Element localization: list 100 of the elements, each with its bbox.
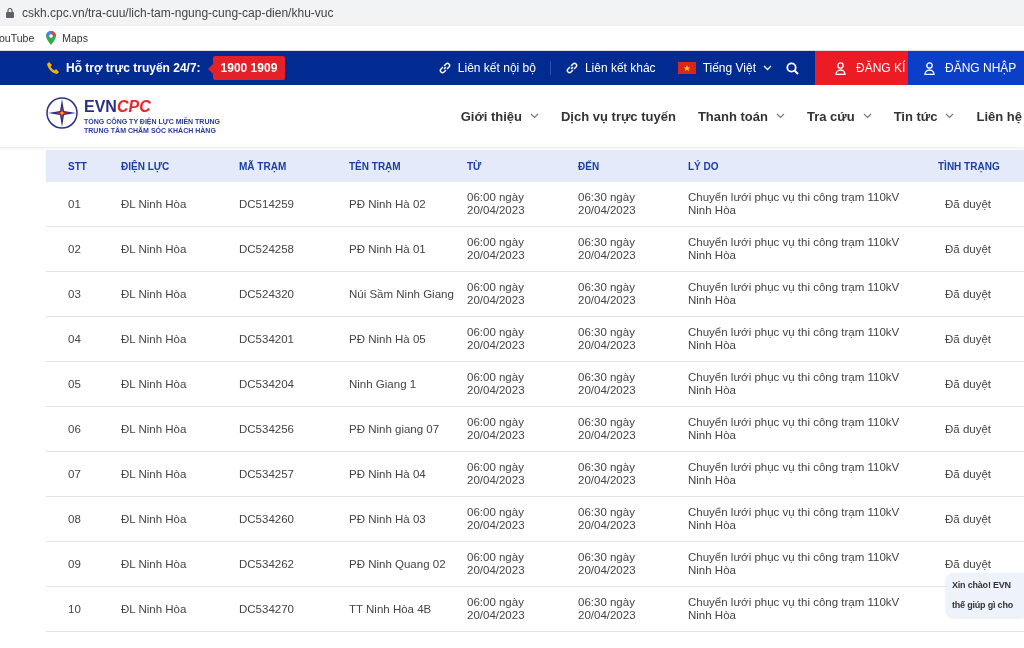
station-cell-text: PĐ Ninh Hà 01: [349, 242, 427, 256]
column-header: TỪ: [467, 160, 483, 172]
column-header: ĐIỆN LỰC: [121, 160, 171, 172]
unit-cell-text: ĐL Ninh Hòa: [121, 377, 188, 391]
status-cell-text: Đã duyệt: [945, 197, 993, 211]
reason-cell-text: Chuyển lưới phục vụ thi công trạm 110kV Ninh Hòa: [688, 281, 901, 307]
column-header: MÃ TRẠM: [239, 160, 288, 172]
row-number: 01: [68, 197, 82, 211]
unit-cell-text: ĐL Ninh Hòa: [121, 512, 188, 526]
start-time: 06:00 ngày 20/04/2023: [467, 461, 526, 487]
code-cell-text: DC534262: [239, 557, 295, 571]
logo-icon: [46, 97, 78, 129]
nav-item[interactable]: Giới thiệu: [460, 108, 539, 124]
end-time: 06:30 ngày 20/04/2023: [578, 371, 637, 397]
station-cell-text: Ninh Giang 1: [349, 377, 418, 391]
nav-item[interactable]: Tin tức: [893, 108, 955, 124]
row-number: 04: [68, 332, 82, 346]
start-time: 06:00 ngày 20/04/2023: [467, 281, 526, 307]
status-cell-text: Đã duyệt: [945, 512, 993, 526]
user-icon[interactable]: [835, 61, 846, 75]
reason-cell-text: Chuyển lưới phục vụ thi công trạm 110kV Ninh Hòa: [688, 461, 901, 487]
column-header: ĐẾN: [578, 160, 601, 172]
login-button[interactable]: ĐĂNG NHẬP: [908, 51, 1024, 85]
end-time: 06:30 ngày 20/04/2023: [578, 416, 637, 442]
status-cell-text: Đã duyệt: [945, 332, 993, 346]
flag-icon[interactable]: [677, 62, 696, 74]
station-cell-text: PĐ Ninh giang 07: [349, 422, 441, 436]
row-number: 08: [68, 512, 82, 526]
status-cell-text: Đã duyệt: [945, 287, 993, 301]
station-cell-text: Núi Sầm Ninh Giang: [349, 287, 455, 301]
row-number: 10: [68, 602, 82, 616]
code-cell-text: DC534257: [239, 467, 295, 481]
chat-bubble[interactable]: Xin chào! EVN thế giúp gì cho: [946, 573, 1024, 617]
unit-cell-text: ĐL Ninh Hòa: [121, 467, 188, 481]
code-cell-text: DC514259: [239, 197, 295, 211]
nav-item[interactable]: Dịch vụ trực tuyến: [561, 108, 676, 124]
unit-cell-text: ĐL Ninh Hòa: [121, 242, 188, 256]
column-header: STT: [67, 160, 88, 172]
end-time: 06:30 ngày 20/04/2023: [578, 461, 637, 487]
reason-cell-text: Chuyển lưới phục vụ thi công trạm 110kV Ninh Hòa: [688, 326, 901, 352]
map-pin-icon[interactable]: [46, 31, 57, 45]
chat-message: Xin chào! EVN: [952, 579, 1012, 592]
nav-item[interactable]: Thanh toán: [697, 108, 785, 124]
status-cell-text: Đã duyệt: [945, 377, 993, 391]
code-cell-text: DC534260: [239, 512, 295, 526]
reason-cell-text: Chuyển lưới phục vụ thi công trạm 110kV Ninh Hòa: [688, 506, 901, 532]
unit-cell-text: ĐL Ninh Hòa: [121, 197, 188, 211]
nav-item[interactable]: Liên hệ: [976, 108, 1022, 124]
brand-name: EVNCPC: [84, 97, 152, 117]
end-time: 06:30 ngày 20/04/2023: [578, 281, 637, 307]
chat-message: thế giúp gì cho: [952, 599, 1014, 612]
reason-cell-text: Chuyển lưới phục vụ thi công trạm 110kV Ninh Hòa: [688, 596, 901, 622]
code-cell-text: DC534270: [239, 602, 295, 616]
column-header: TÊN TRẠM: [349, 160, 402, 172]
start-time: 06:00 ngày 20/04/2023: [467, 191, 526, 217]
code-cell-text: DC534201: [239, 332, 295, 346]
column-header: LÝ DO: [688, 160, 720, 172]
unit-cell-text: ĐL Ninh Hòa: [121, 332, 188, 346]
reason-cell-text: Chuyển lưới phục vụ thi công trạm 110kV Ninh Hòa: [688, 236, 901, 262]
unit-cell-text: ĐL Ninh Hòa: [121, 287, 188, 301]
nav-item[interactable]: Tra cứu: [806, 108, 872, 124]
start-time: 06:00 ngày 20/04/2023: [467, 326, 526, 352]
url-text[interactable]: cskh.cpc.vn/tra-cuu/lich-tam-ngung-cung-cap-dien/khu-vuc: [22, 6, 334, 20]
station-cell-text: PĐ Ninh Hà 03: [349, 512, 427, 526]
user-icon[interactable]: [924, 61, 935, 75]
bookmark[interactable]: Maps: [46, 31, 88, 45]
bookmark[interactable]: ouTube: [0, 32, 35, 44]
reason-cell-text: Chuyển lưới phục vụ thi công trạm 110kV Ninh Hòa: [688, 416, 901, 442]
column-header: TÌNH TRẠNG: [938, 160, 1001, 172]
end-time: 06:30 ngày 20/04/2023: [578, 326, 637, 352]
reason-cell-text: Chuyển lưới phục vụ thi công trạm 110kV Ninh Hòa: [688, 371, 901, 397]
lock-icon: [6, 8, 14, 18]
station-cell-text: PĐ Ninh Quang 02: [349, 557, 447, 571]
row-number: 05: [68, 377, 82, 391]
support-label: Hỗ trợ trực truyến 24/7:: [66, 61, 201, 75]
start-time: 06:00 ngày 20/04/2023: [467, 416, 526, 442]
end-time: 06:30 ngày 20/04/2023: [578, 551, 637, 577]
start-time: 06:00 ngày 20/04/2023: [467, 551, 526, 577]
search-icon[interactable]: [786, 61, 799, 75]
reason-cell-text: Chuyển lưới phục vụ thi công trạm 110kV Ninh Hòa: [688, 191, 901, 217]
code-cell-text: DC534204: [239, 377, 295, 391]
unit-cell-text: ĐL Ninh Hòa: [121, 557, 188, 571]
start-time: 06:00 ngày 20/04/2023: [467, 506, 526, 532]
end-time: 06:30 ngày 20/04/2023: [578, 506, 637, 532]
link-icon[interactable]: [564, 61, 579, 75]
end-time: 06:30 ngày 20/04/2023: [578, 596, 637, 622]
header-link[interactable]: Liên kết nội bộ: [437, 61, 536, 75]
register-button[interactable]: ĐĂNG KÍ: [815, 51, 908, 85]
start-time: 06:00 ngày 20/04/2023: [467, 596, 526, 622]
row-number: 03: [68, 287, 82, 301]
code-cell-text: DC524258: [239, 242, 295, 256]
start-time: 06:00 ngày 20/04/2023: [467, 371, 526, 397]
row-number: 06: [68, 422, 82, 436]
code-cell-text: DC524320: [239, 287, 295, 301]
end-time: 06:30 ngày 20/04/2023: [578, 191, 637, 217]
header-link[interactable]: Liên kết khác: [564, 61, 656, 75]
end-time: 06:30 ngày 20/04/2023: [578, 236, 637, 262]
language-select[interactable]: Tiếng Việt: [677, 61, 772, 75]
link-icon[interactable]: [437, 61, 452, 75]
unit-cell-text: ĐL Ninh Hòa: [121, 422, 188, 436]
